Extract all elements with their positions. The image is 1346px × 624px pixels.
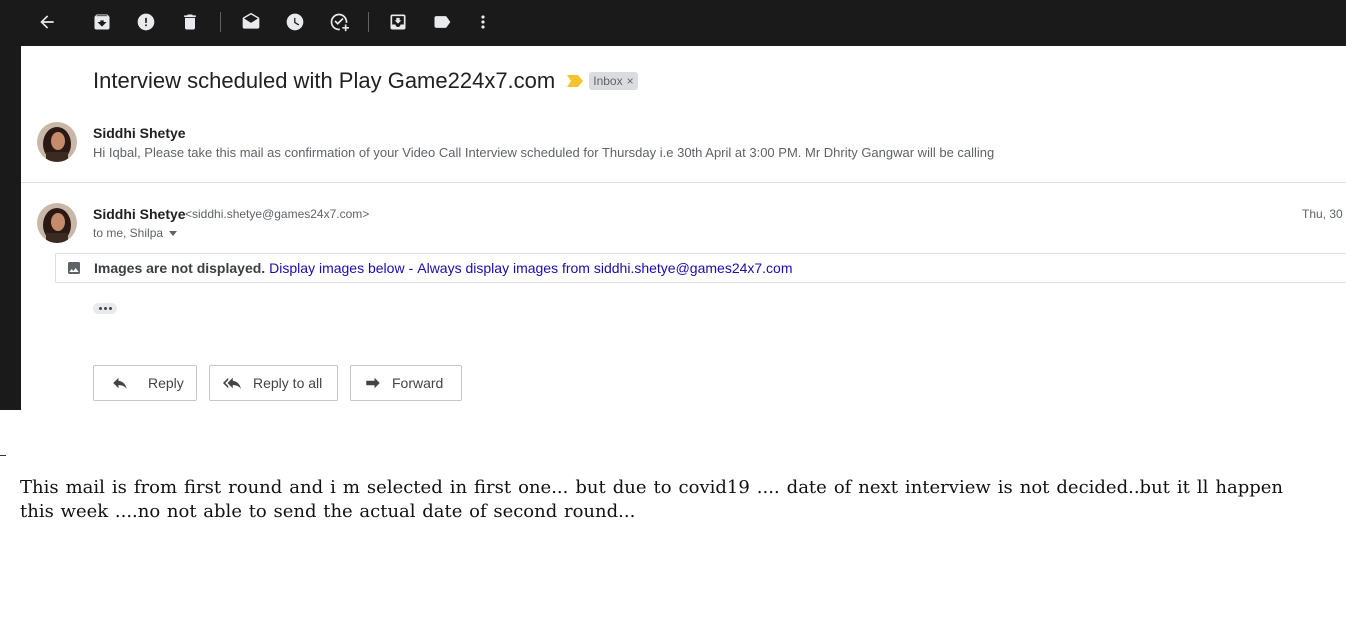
message2-recipients[interactable]: to me, Shilpa bbox=[93, 226, 178, 240]
snooze-icon[interactable] bbox=[284, 11, 306, 33]
report-spam-icon[interactable] bbox=[135, 11, 157, 33]
message-divider bbox=[21, 182, 1346, 183]
reply-all-label: Reply to all bbox=[253, 375, 323, 391]
important-marker-icon[interactable] bbox=[567, 75, 584, 87]
toolbar-separator bbox=[368, 12, 369, 32]
dot bbox=[98, 307, 102, 310]
reply-button[interactable]: Reply bbox=[93, 365, 197, 401]
label-chip-text: Inbox bbox=[593, 74, 623, 88]
archive-icon[interactable] bbox=[91, 11, 113, 33]
notice-separator: - bbox=[408, 260, 414, 276]
sender-avatar bbox=[37, 203, 77, 243]
mark-unread-icon[interactable] bbox=[240, 11, 262, 33]
images-blocked-notice: Images are not displayed. Display images… bbox=[55, 253, 1346, 283]
thread-subject: Interview scheduled with Play Game224x7.… bbox=[93, 68, 556, 93]
more-icon[interactable] bbox=[472, 11, 494, 33]
subject-row: Interview scheduled with Play Game224x7.… bbox=[93, 68, 638, 94]
forward-button[interactable]: Forward bbox=[350, 365, 462, 401]
always-display-images-link[interactable]: Always display images from siddhi.shetye… bbox=[417, 260, 792, 276]
mail-thread-panel: Interview scheduled with Play Game224x7.… bbox=[21, 46, 1346, 410]
message1-snippet[interactable]: Hi Iqbal, Please take this mail as confi… bbox=[93, 145, 994, 160]
dot bbox=[108, 307, 112, 310]
image-icon bbox=[66, 260, 82, 276]
sender-avatar bbox=[37, 122, 77, 162]
user-comment: This mail is from first round and i m se… bbox=[20, 477, 1283, 522]
message1-sender[interactable]: Siddhi Shetye bbox=[93, 125, 186, 141]
forward-icon bbox=[366, 377, 380, 389]
reply-icon bbox=[113, 377, 127, 389]
show-details-icon[interactable] bbox=[169, 230, 178, 236]
dot bbox=[103, 307, 107, 310]
reply-all-button[interactable]: Reply to all bbox=[209, 365, 338, 401]
images-notice-text: Images are not displayed. bbox=[94, 260, 266, 276]
left-frame bbox=[0, 46, 21, 410]
mail-toolbar bbox=[0, 0, 1346, 46]
add-to-tasks-icon[interactable] bbox=[328, 11, 350, 33]
delete-icon[interactable] bbox=[179, 11, 201, 33]
reply-all-icon bbox=[223, 377, 241, 389]
show-trimmed-content-button[interactable] bbox=[93, 303, 117, 314]
move-to-icon[interactable] bbox=[387, 11, 409, 33]
forward-label: Forward bbox=[392, 375, 444, 391]
remove-label-icon[interactable]: × bbox=[627, 74, 634, 88]
display-images-link[interactable]: Display images below bbox=[269, 260, 404, 276]
message2-sender-email: <siddhi.shetye@games24x7.com> bbox=[185, 207, 370, 221]
back-icon[interactable] bbox=[36, 11, 58, 33]
message2-date: Thu, 30 bbox=[1302, 207, 1343, 221]
toolbar-separator bbox=[220, 12, 221, 32]
recipients-text: to me, Shilpa bbox=[93, 226, 164, 240]
message2-sender: Siddhi Shetye bbox=[93, 206, 186, 222]
margin-tick bbox=[0, 455, 6, 456]
reply-label: Reply bbox=[148, 375, 184, 391]
labels-icon[interactable] bbox=[431, 11, 453, 33]
inbox-label-chip: Inbox × bbox=[589, 72, 638, 90]
